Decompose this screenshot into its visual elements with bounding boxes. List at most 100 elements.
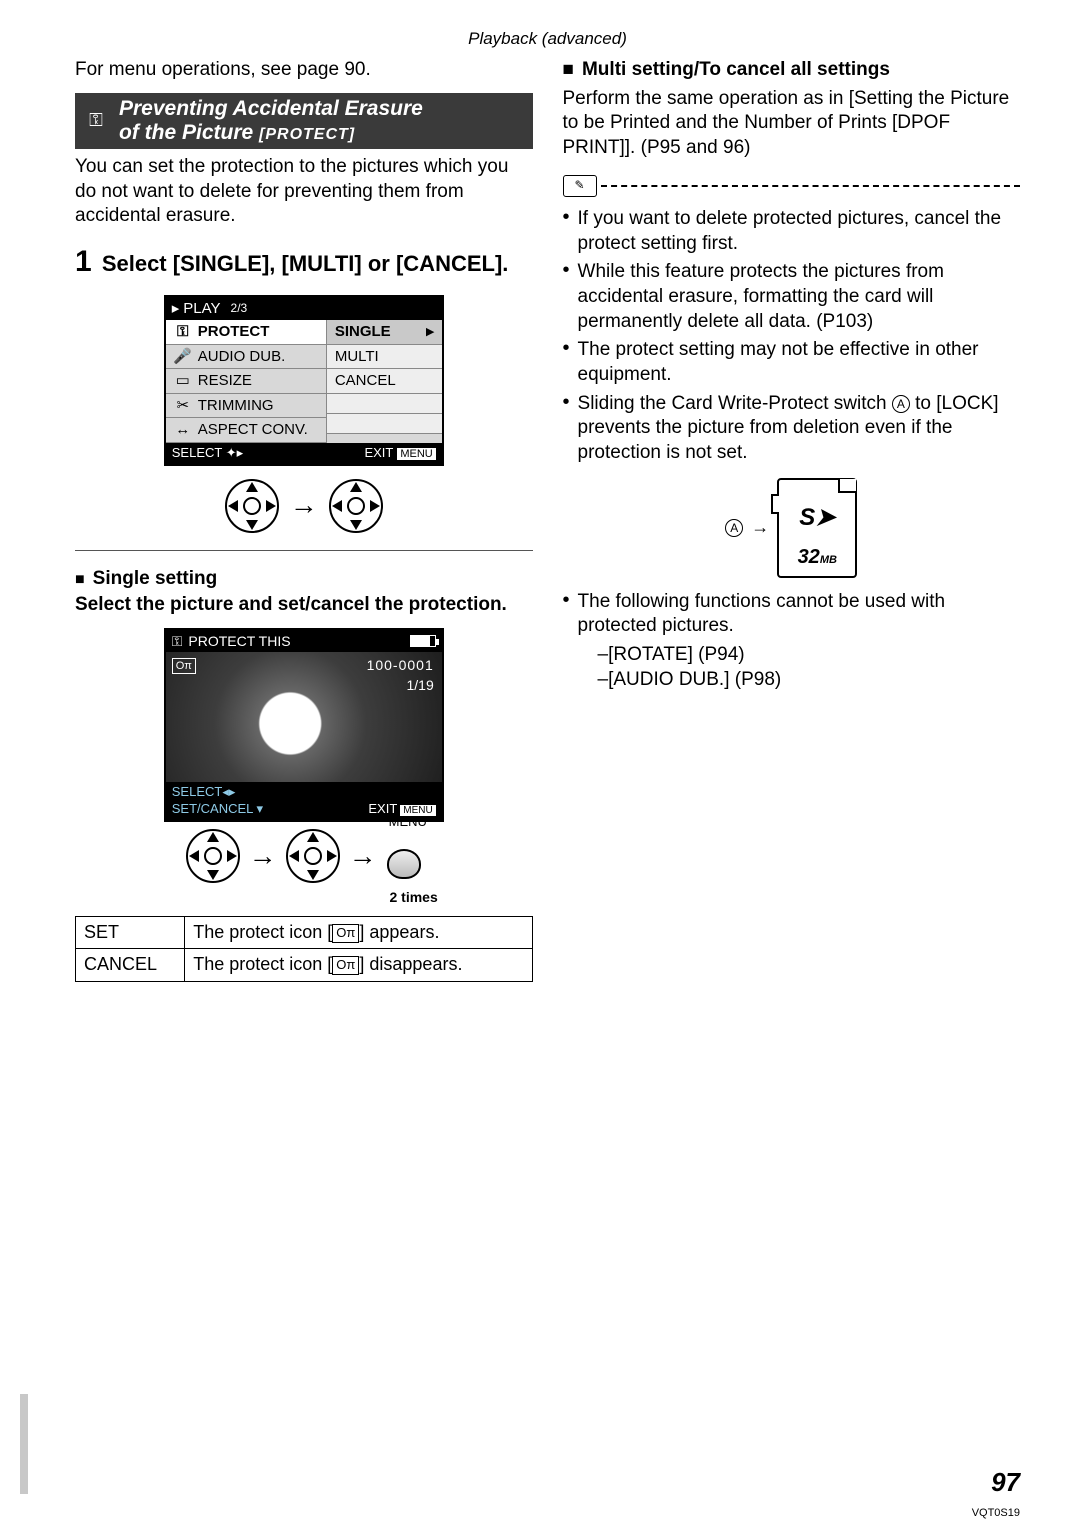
- result-set-label: SET: [76, 917, 185, 949]
- dpad-icon: [328, 478, 384, 534]
- dpad-icon: [185, 828, 241, 884]
- banner-line2a: of the Picture: [119, 121, 259, 144]
- multi-setting-heading: ■ Multi setting/To cancel all settings: [563, 58, 1021, 83]
- protect-badge-icon: Oπ: [332, 956, 359, 975]
- result-cancel-desc: The protect icon [Oπ] disappears.: [185, 949, 532, 981]
- menu-option-single[interactable]: SINGLE▸: [327, 320, 442, 345]
- menu-button-icon: [387, 849, 421, 879]
- label-a-icon: A: [892, 395, 910, 413]
- arrow-right-icon: →: [249, 838, 277, 874]
- list-item: Sliding the Card Write-Protect switch A …: [563, 392, 1021, 466]
- aspect-icon: ↔: [172, 420, 194, 440]
- play-menu-graphic: ▸ PLAY 2/3 ⚿PROTECT 🎤AUDIO DUB. ▭RESIZE …: [164, 295, 444, 466]
- battery-icon: [410, 635, 436, 647]
- note-divider: ✎: [563, 175, 1021, 197]
- note-icon: ✎: [563, 175, 597, 197]
- nav-arrows-icon: ✦▸: [226, 445, 243, 460]
- lr-arrows-icon: ◂▸: [222, 784, 235, 799]
- notes-list: If you want to delete protected pictures…: [563, 207, 1021, 466]
- sd-card-figure: A → S➤ 32MB: [563, 478, 1021, 578]
- key-icon: ⚿: [172, 632, 183, 650]
- banner-description: You can set the protection to the pictur…: [75, 155, 533, 229]
- arrow-right-icon: →: [751, 516, 769, 539]
- key-icon: ⚿: [81, 106, 111, 136]
- dpad-sequence-1: →: [75, 478, 533, 534]
- screen-title: PROTECT THIS: [188, 632, 290, 650]
- result-set-desc: The protect icon [Oπ] appears.: [185, 917, 532, 949]
- banner-line1: Preventing Accidental Erasure: [119, 97, 423, 121]
- dpad-icon: [224, 478, 280, 534]
- select-label: SELECT: [172, 784, 223, 799]
- page-number: 97: [991, 1466, 1020, 1500]
- table-row: CANCEL The protect icon [Oπ] disappears.: [76, 949, 533, 981]
- step-1-heading: 1 Select [SINGLE], [MULTI] or [CANCEL].: [75, 243, 533, 281]
- sd-logo: S➤: [779, 502, 855, 533]
- play-page: 2/3: [231, 301, 248, 317]
- banner-feature-tag: [PROTECT]: [259, 126, 355, 143]
- single-setting-instruction: Select the picture and set/cancel the pr…: [75, 593, 533, 618]
- menu-option-multi[interactable]: MULTI: [327, 345, 442, 370]
- multi-setting-desc: Perform the same operation as in [Settin…: [563, 87, 1021, 161]
- set-cancel-label: SET/CANCEL: [172, 801, 253, 816]
- exit-label: EXIT: [364, 445, 393, 460]
- image-counter: 1/19: [407, 676, 434, 694]
- select-label: SELECT: [172, 445, 222, 460]
- square-bullet-icon: ■: [563, 58, 574, 83]
- result-cancel-label: CANCEL: [76, 949, 185, 981]
- mic-icon: 🎤: [172, 347, 194, 367]
- play-icon: ▸: [172, 299, 180, 319]
- arrow-right-icon: →: [290, 487, 318, 523]
- list-item: If you want to delete protected pictures…: [563, 207, 1021, 256]
- divider: [75, 550, 533, 551]
- sd-card-icon: S➤ 32MB: [777, 478, 857, 578]
- dpad-icon: [285, 828, 341, 884]
- down-arrow-icon: ▾: [257, 801, 264, 816]
- list-item: While this feature protects the pictures…: [563, 260, 1021, 334]
- binding-mark: [20, 1394, 28, 1494]
- list-item: The protect setting may not be effective…: [563, 338, 1021, 387]
- single-setting-heading: ■ Single setting: [75, 567, 533, 592]
- protect-badge-icon: Oπ: [172, 658, 196, 674]
- square-bullet-icon: ■: [75, 570, 85, 591]
- menu-option-blank: [327, 394, 442, 414]
- dashed-line: [601, 185, 1021, 187]
- menu-ref-text: For menu operations, see page 90.: [75, 58, 533, 83]
- file-number: 100-0001: [367, 656, 434, 674]
- menu-tag: MENU: [397, 448, 435, 460]
- list-item: The following functions cannot be used w…: [563, 590, 1021, 693]
- menu-item-aspect-conv[interactable]: ↔ASPECT CONV.: [166, 418, 326, 443]
- menu-option-cancel[interactable]: CANCEL: [327, 369, 442, 394]
- feature-banner: ⚿ Preventing Accidental Erasure of the P…: [75, 93, 533, 149]
- result-table: SET The protect icon [Oπ] appears. CANCE…: [75, 916, 533, 982]
- sub-item-rotate: –[ROTATE] (P94): [598, 643, 1020, 668]
- chevron-right-icon: ▸: [426, 322, 434, 342]
- document-code: VQT0S19: [972, 1506, 1020, 1520]
- left-column: For menu operations, see page 90. ⚿ Prev…: [75, 58, 533, 982]
- step-1-text: Select [SINGLE], [MULTI] or [CANCEL].: [102, 251, 509, 276]
- dpad-sequence-2: → → MENU: [75, 828, 533, 884]
- sub-item-audio-dub: –[AUDIO DUB.] (P98): [598, 668, 1020, 693]
- sd-size-unit: MB: [820, 554, 837, 566]
- resize-icon: ▭: [172, 371, 194, 391]
- scissors-icon: ✂: [172, 396, 194, 416]
- notes-list-2: The following functions cannot be used w…: [563, 590, 1021, 693]
- menu-item-resize[interactable]: ▭RESIZE: [166, 369, 326, 394]
- right-column: ■ Multi setting/To cancel all settings P…: [563, 58, 1021, 982]
- sd-size-num: 32: [798, 546, 820, 568]
- protect-screen-graphic: ⚿PROTECT THIS Oπ 100-0001 1/19 SELECT◂▸ …: [164, 628, 444, 822]
- photo-preview: Oπ 100-0001 1/19: [166, 652, 442, 782]
- table-row: SET The protect icon [Oπ] appears.: [76, 917, 533, 949]
- menu-item-protect[interactable]: ⚿PROTECT: [166, 320, 326, 345]
- menu-item-audio-dub[interactable]: 🎤AUDIO DUB.: [166, 345, 326, 370]
- menu-option-blank: [327, 414, 442, 434]
- label-a-icon: A: [725, 519, 743, 537]
- step-number: 1: [75, 245, 92, 278]
- menu-button-label: MENU: [389, 814, 427, 831]
- protect-badge-icon: Oπ: [332, 924, 359, 943]
- key-icon: ⚿: [172, 322, 194, 342]
- play-label: PLAY: [183, 299, 220, 319]
- menu-item-trimming[interactable]: ✂TRIMMING: [166, 394, 326, 419]
- page-header-section: Playback (advanced): [75, 28, 1020, 50]
- arrow-right-icon: →: [349, 838, 377, 874]
- two-times-label: 2 times: [164, 888, 444, 906]
